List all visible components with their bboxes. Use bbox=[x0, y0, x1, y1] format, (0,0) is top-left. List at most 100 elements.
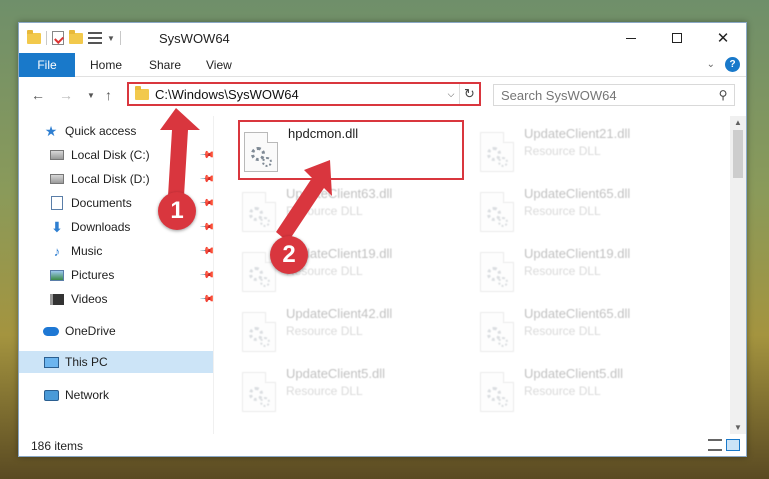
status-bar: 186 items bbox=[19, 434, 746, 457]
address-path[interactable]: C:\Windows\SysWOW64 bbox=[155, 87, 443, 102]
tab-share[interactable]: Share bbox=[149, 53, 181, 77]
folder-icon[interactable] bbox=[27, 29, 41, 44]
this-pc-icon bbox=[43, 355, 59, 369]
navigation-pane: ★ Quick access Local Disk (C:) 📌 Local D… bbox=[19, 116, 215, 434]
sidebar-item-music[interactable]: ♪ Music 📌 bbox=[49, 240, 215, 262]
navigation-bar: ← → ▼ ↑ C:\Windows\SysWOW64 ⌵ ↻ ⚲ bbox=[19, 78, 746, 112]
file-tile[interactable]: UpdateClient65.dll Resource DLL bbox=[476, 182, 702, 240]
large-icons-view-icon[interactable] bbox=[726, 439, 740, 451]
chevron-down-icon[interactable]: ⌵ bbox=[443, 89, 459, 100]
file-tile[interactable]: UpdateClient5.dll Resource DLL bbox=[476, 362, 702, 420]
file-name: UpdateClient65.dll bbox=[524, 186, 631, 201]
file-list: hpdcmon.dll UpdateClient21.dll Resource D… bbox=[224, 116, 729, 434]
scroll-down-icon[interactable]: ▼ bbox=[730, 423, 746, 432]
sidebar-item-label: Music bbox=[71, 244, 103, 258]
sidebar-item-pictures[interactable]: Pictures 📌 bbox=[49, 264, 215, 286]
dll-file-icon bbox=[242, 312, 276, 352]
sidebar-item-quick-access[interactable]: ★ Quick access bbox=[43, 120, 213, 142]
file-name: hpdcmon.dll bbox=[288, 126, 359, 141]
music-icon: ♪ bbox=[53, 243, 61, 259]
file-type: Resource DLL bbox=[524, 264, 601, 278]
disk-icon bbox=[49, 148, 65, 162]
file-tile[interactable]: UpdateClient21.dll Resource DLL bbox=[476, 122, 702, 180]
dll-file-icon bbox=[480, 312, 514, 352]
dll-file-icon bbox=[480, 132, 514, 172]
sidebar-item-this-pc[interactable]: This PC bbox=[19, 351, 213, 373]
chevron-down-icon[interactable]: ▼ bbox=[107, 34, 115, 43]
step-badge-2: 2 bbox=[270, 236, 308, 274]
minimize-button[interactable] bbox=[608, 23, 654, 53]
details-view-icon[interactable] bbox=[708, 439, 722, 451]
file-name: UpdateClient5.dll bbox=[286, 366, 386, 381]
sidebar-item-videos[interactable]: Videos 📌 bbox=[49, 288, 215, 310]
address-bar[interactable]: C:\Windows\SysWOW64 ⌵ ↻ bbox=[127, 82, 481, 106]
scrollbar-thumb[interactable] bbox=[733, 130, 743, 178]
title-bar: ▼ SysWOW64 ✕ bbox=[19, 23, 746, 53]
star-icon: ★ bbox=[44, 122, 58, 139]
file-type: Resource DLL bbox=[524, 384, 601, 398]
folder-icon bbox=[135, 85, 149, 100]
sidebar-item-onedrive[interactable]: OneDrive bbox=[43, 320, 213, 342]
window-controls: ✕ bbox=[608, 23, 746, 53]
sidebar-item-local-disk-d[interactable]: Local Disk (D:) 📌 bbox=[49, 168, 215, 190]
step-badge-1: 1 bbox=[158, 192, 196, 230]
file-type: Resource DLL bbox=[286, 324, 363, 338]
scroll-up-icon[interactable]: ▲ bbox=[730, 118, 746, 127]
ribbon-right-controls: ⌄ ? bbox=[707, 57, 740, 72]
tab-home[interactable]: Home bbox=[90, 53, 122, 77]
dll-file-icon bbox=[480, 192, 514, 232]
file-name: UpdateClient5.dll bbox=[524, 366, 624, 381]
dll-file-icon bbox=[480, 372, 514, 412]
file-explorer-window: ▼ SysWOW64 ✕ File Home Share View ⌄ ? ← … bbox=[18, 22, 747, 457]
toolbar-divider bbox=[119, 31, 121, 45]
disk-icon bbox=[49, 172, 65, 186]
up-arrow-icon[interactable]: ↑ bbox=[105, 87, 112, 103]
refresh-icon[interactable]: ↻ bbox=[459, 84, 479, 104]
file-type: Resource DLL bbox=[524, 324, 601, 338]
back-arrow-icon[interactable]: ← bbox=[31, 87, 45, 103]
sidebar-item-label: This PC bbox=[65, 355, 108, 369]
properties-icon[interactable] bbox=[52, 31, 64, 45]
dll-file-icon bbox=[244, 132, 278, 172]
new-folder-icon[interactable] bbox=[69, 29, 83, 44]
file-name: UpdateClient63.dll bbox=[286, 186, 393, 201]
file-type: Resource DLL bbox=[286, 384, 363, 398]
help-icon[interactable]: ? bbox=[725, 57, 740, 72]
sidebar-item-label: Local Disk (D:) bbox=[71, 172, 150, 186]
ribbon-tabs: File Home Share View ⌄ ? bbox=[19, 53, 746, 77]
sidebar-item-network[interactable]: Network bbox=[43, 384, 213, 406]
search-box[interactable]: ⚲ bbox=[493, 84, 735, 106]
sidebar-item-label: Downloads bbox=[71, 220, 131, 234]
recent-locations-icon[interactable]: ▼ bbox=[87, 91, 95, 100]
vertical-scrollbar[interactable]: ▲ ▼ bbox=[730, 116, 746, 434]
file-tile[interactable]: UpdateClient65.dll Resource DLL bbox=[476, 302, 702, 360]
search-input[interactable] bbox=[501, 87, 712, 103]
file-tile[interactable]: UpdateClient5.dll Resource DLL bbox=[238, 362, 464, 420]
close-button[interactable]: ✕ bbox=[700, 23, 746, 53]
onedrive-icon bbox=[43, 324, 59, 338]
quick-access-toolbar: ▼ bbox=[27, 29, 121, 46]
maximize-button[interactable] bbox=[654, 23, 700, 53]
file-type: Resource DLL bbox=[524, 204, 601, 218]
sidebar-item-label: OneDrive bbox=[65, 324, 116, 338]
file-tile[interactable]: UpdateClient42.dll Resource DLL bbox=[238, 302, 464, 360]
sidebar-item-label: Pictures bbox=[71, 268, 115, 282]
view-switcher bbox=[708, 439, 740, 451]
file-tile[interactable]: UpdateClient19.dll Resource DLL bbox=[476, 242, 702, 300]
tab-file[interactable]: File bbox=[19, 53, 75, 77]
pane-divider[interactable] bbox=[213, 116, 214, 434]
network-icon bbox=[43, 388, 59, 402]
file-tile[interactable]: UpdateClient63.dll Resource DLL bbox=[238, 182, 464, 240]
sidebar-item-label: Quick access bbox=[65, 124, 137, 138]
window-title: SysWOW64 bbox=[159, 31, 230, 46]
tab-view[interactable]: View bbox=[206, 53, 232, 77]
forward-arrow-icon[interactable]: → bbox=[59, 87, 73, 103]
file-tile-hpdcmon[interactable]: hpdcmon.dll bbox=[238, 120, 464, 180]
close-icon: ✕ bbox=[716, 30, 730, 47]
expand-ribbon-icon[interactable]: ⌄ bbox=[707, 59, 715, 70]
customize-toolbar-icon[interactable] bbox=[88, 32, 102, 44]
sidebar-item-local-disk-c[interactable]: Local Disk (C:) 📌 bbox=[49, 144, 215, 166]
download-icon: ⬇ bbox=[51, 218, 63, 235]
search-icon[interactable]: ⚲ bbox=[712, 88, 734, 102]
sidebar-item-label: Local Disk (C:) bbox=[71, 148, 150, 162]
